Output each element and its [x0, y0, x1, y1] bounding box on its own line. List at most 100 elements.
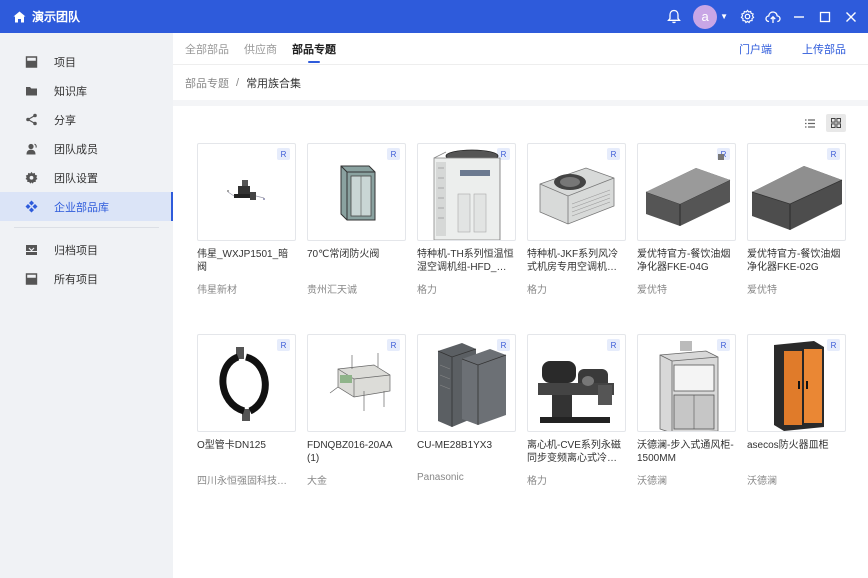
archive-icon [24, 243, 38, 257]
team-name: 演示团队 [32, 10, 81, 24]
component-brand: 伟星新材 [197, 285, 237, 296]
component-thumbnail[interactable]: R [197, 143, 296, 241]
main-content: 全部部品 供应商 部品专题 门户端 上传部品 部品专题 / 常用族合集 R 伟星… [173, 33, 868, 578]
avatar-letter: a [701, 9, 709, 24]
component-name: 特种机-JKF系列风冷式机房专用空调机… [527, 249, 619, 273]
sidebar-item-label: 分享 [54, 114, 76, 127]
tab-component-topics[interactable]: 部品专题 [292, 33, 336, 65]
tab-label: 部品专题 [292, 43, 336, 56]
minimize-icon[interactable] [788, 0, 810, 33]
sidebar-item-label: 团队设置 [54, 172, 98, 185]
component-brand: Panasonic [417, 472, 464, 483]
component-name: 伟星_WXJP1501_暗阀 [197, 249, 289, 273]
sidebar-item-share[interactable]: 分享 [0, 105, 173, 134]
component-name: 70℃常闭防火阀 [307, 249, 380, 260]
share-icon [24, 113, 38, 127]
gear-icon[interactable] [736, 0, 758, 33]
component-thumbnail[interactable]: R [637, 334, 736, 432]
component-thumbnail[interactable]: R [747, 334, 846, 432]
team-members-icon [24, 142, 38, 156]
sidebar-item-settings[interactable]: 团队设置 [0, 163, 173, 192]
component-card[interactable]: R 沃德澜-步入式通风柜-1500MM 沃德澜 [637, 334, 736, 487]
component-thumbnail[interactable]: R [307, 334, 406, 432]
tab-label: 供应商 [244, 43, 277, 56]
component-thumbnail[interactable]: R [527, 334, 626, 432]
close-icon[interactable] [840, 0, 862, 33]
tab-all-components[interactable]: 全部部品 [185, 33, 229, 65]
tab-bar: 全部部品 供应商 部品专题 门户端 上传部品 [173, 33, 868, 65]
component-thumbnail[interactable]: R [417, 334, 516, 432]
component-thumbnail[interactable]: R [527, 143, 626, 241]
component-thumbnail[interactable]: R [747, 143, 846, 241]
component-card[interactable]: R 70℃常闭防火阀 贵州汇天诚 [307, 143, 406, 296]
portal-link[interactable]: 门户端 [739, 41, 772, 57]
component-card[interactable]: R 离心机-CVE系列永磁同步变频离心式冷… 格力 [527, 334, 626, 487]
component-brand: 沃德澜 [747, 476, 777, 487]
component-brand: 格力 [417, 285, 437, 296]
sidebar-divider [14, 227, 159, 228]
home-icon [13, 11, 26, 22]
component-thumbnail[interactable]: R [417, 143, 516, 241]
sidebar-item-all-projects[interactable]: 所有项目 [0, 264, 173, 293]
component-brand: 贵州汇天诚 [307, 285, 357, 296]
chevron-down-icon[interactable]: ▼ [720, 12, 728, 21]
sidebar-item-archived[interactable]: 归档项目 [0, 235, 173, 264]
component-card[interactable]: R O型管卡DN125 四川永恒强固科技… [197, 334, 296, 487]
breadcrumb-current: 常用族合集 [246, 77, 302, 90]
component-brand: 四川永恒强固科技… [197, 476, 287, 487]
component-name: FDNQBZ016-20AA (1) [307, 440, 393, 464]
sidebar-item-members[interactable]: 团队成员 [0, 134, 173, 163]
component-name: 沃德澜-步入式通风柜-1500MM [637, 440, 734, 464]
component-name: 离心机-CVE系列永磁同步变频离心式冷… [527, 440, 621, 464]
sidebar-item-projects[interactable]: 项目 [0, 47, 173, 76]
gear-icon [24, 171, 38, 185]
component-card[interactable]: R CU-ME28B1YX3 Panasonic [417, 334, 516, 483]
folder-icon [24, 84, 38, 98]
title-bar: 演示团队 a ▼ [0, 0, 868, 33]
all-projects-icon [24, 272, 38, 286]
sidebar-item-label: 归档项目 [54, 244, 98, 257]
sidebar: 项目 知识库 分享 团队成员 团队设置 企业部品库 归档项目 所有项目 [0, 33, 173, 578]
component-card[interactable]: R asecos防火器皿柜 沃德澜 [747, 334, 846, 487]
breadcrumb-root[interactable]: 部品专题 [185, 75, 229, 91]
upload-component-link[interactable]: 上传部品 [802, 41, 846, 57]
component-name: 爱优特官方-餐饮油烟净化器FKE-02G [747, 249, 841, 273]
component-brand: 大金 [307, 476, 327, 487]
sidebar-item-label: 知识库 [54, 85, 87, 98]
sidebar-item-label: 所有项目 [54, 273, 98, 286]
sidebar-item-label: 企业部品库 [54, 201, 109, 214]
component-name: 爱优特官方-餐饮油烟净化器FKE-04G [637, 249, 731, 273]
component-library-icon [24, 200, 38, 214]
component-card[interactable]: R FDNQBZ016-20AA (1) 大金 [307, 334, 406, 487]
avatar[interactable]: a [693, 4, 718, 29]
component-brand: 爱优特 [637, 285, 667, 296]
component-card[interactable]: R 爱优特官方-餐饮油烟净化器FKE-02G 爱优特 [747, 143, 846, 296]
team-switcher[interactable]: 演示团队 [0, 0, 80, 33]
component-thumbnail[interactable]: R [637, 143, 736, 241]
sidebar-item-label: 项目 [54, 56, 76, 69]
bell-icon[interactable] [663, 0, 685, 33]
sidebar-item-knowledge[interactable]: 知识库 [0, 76, 173, 105]
list-view-icon[interactable] [800, 114, 820, 132]
sidebar-item-component-library[interactable]: 企业部品库 [0, 192, 173, 221]
maximize-icon[interactable] [814, 0, 836, 33]
cloud-upload-icon[interactable] [762, 0, 784, 33]
component-thumbnail[interactable]: R [307, 143, 406, 241]
project-icon [24, 55, 38, 69]
grid-view-icon[interactable] [826, 114, 846, 132]
component-card[interactable]: R 特种机-JKF系列风冷式机房专用空调机… 格力 [527, 143, 626, 296]
component-name: CU-ME28B1YX3 [417, 440, 493, 451]
component-card[interactable]: R 特种机-TH系列恒温恒湿空调机组-HFD_… 格力 [417, 143, 516, 296]
breadcrumb-separator: / [236, 76, 240, 89]
tab-label: 全部部品 [185, 43, 229, 56]
component-brand: 沃德澜 [637, 476, 667, 487]
breadcrumb: 部品专题 / 常用族合集 [173, 65, 868, 100]
view-toggle [794, 114, 846, 132]
component-card[interactable]: R 伟星_WXJP1501_暗阀 伟星新材 [197, 143, 296, 296]
tab-suppliers[interactable]: 供应商 [244, 33, 277, 65]
component-thumbnail[interactable]: R [197, 334, 296, 432]
component-brand: 格力 [527, 285, 547, 296]
component-brand: 格力 [527, 476, 547, 487]
component-brand: 爱优特 [747, 285, 777, 296]
component-card[interactable]: R 爱优特官方-餐饮油烟净化器FKE-04G 爱优特 [637, 143, 736, 296]
